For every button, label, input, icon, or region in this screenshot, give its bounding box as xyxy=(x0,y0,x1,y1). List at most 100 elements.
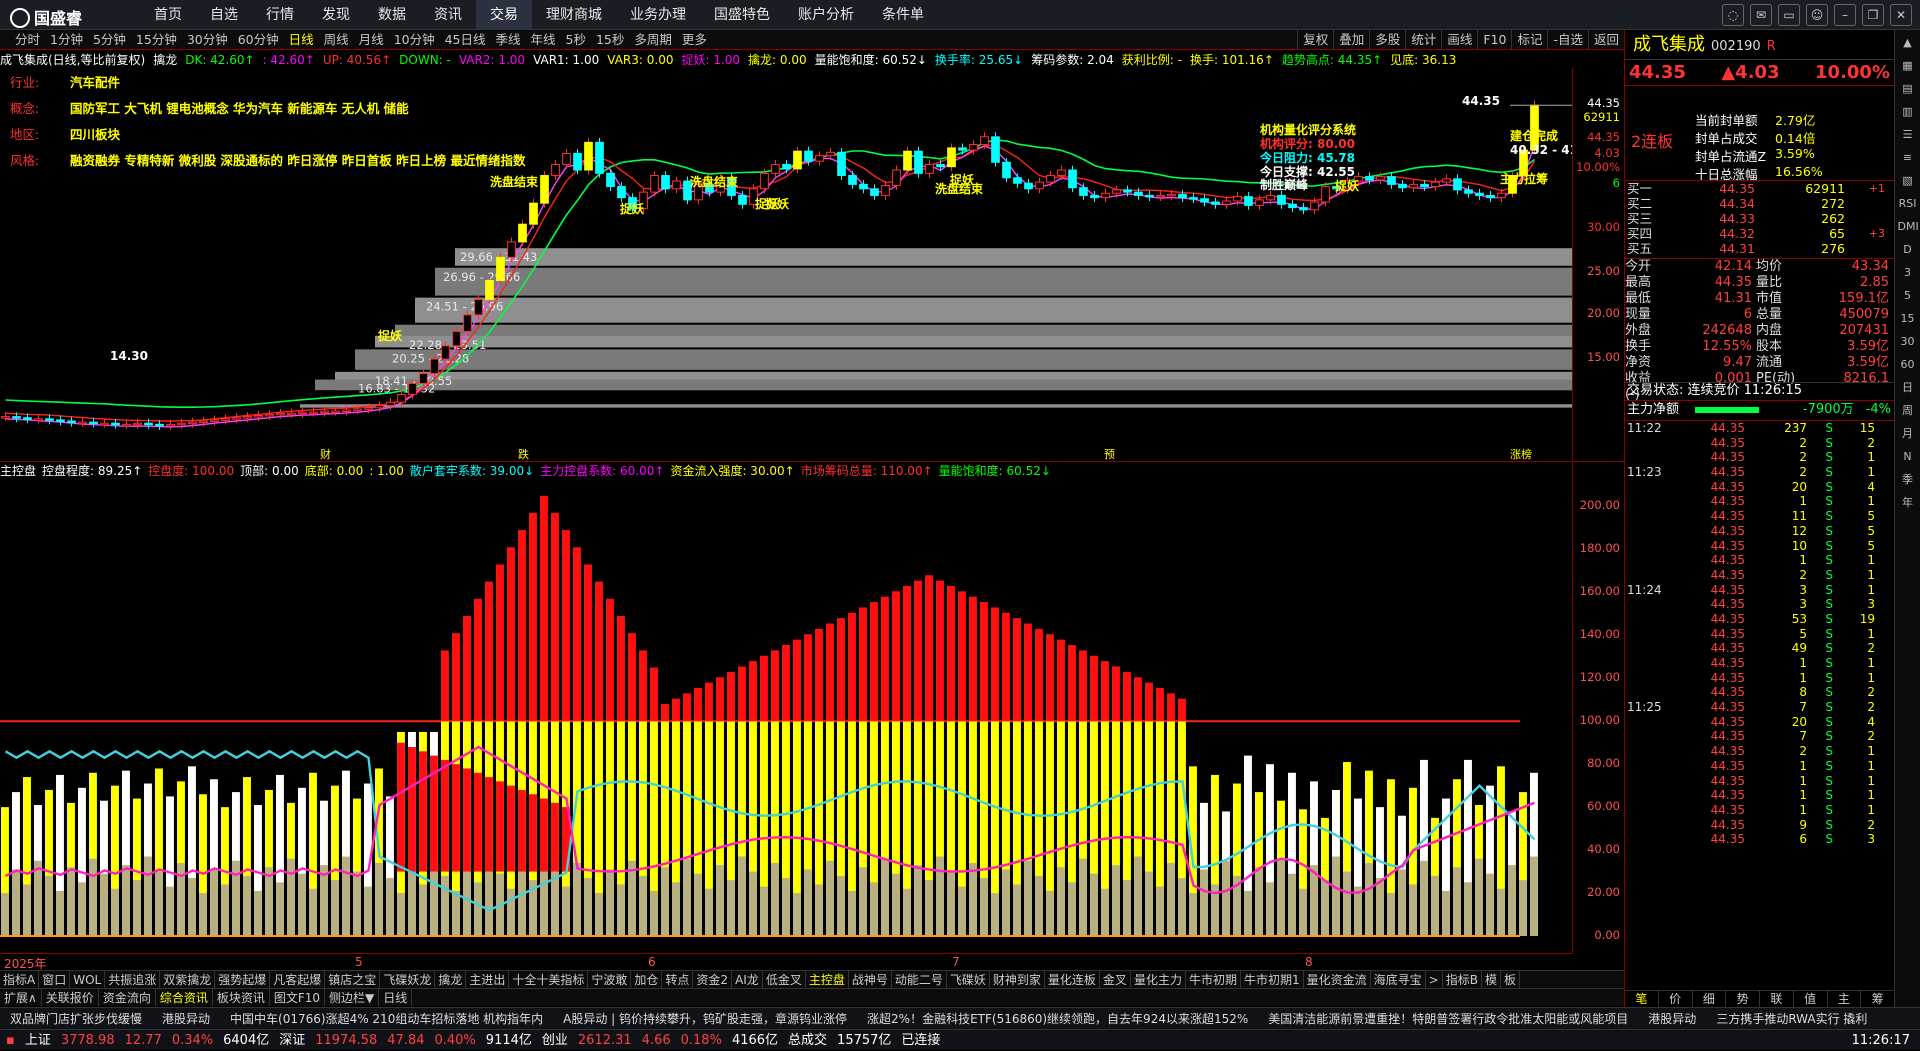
menu-item-5[interactable]: 资讯 xyxy=(420,0,476,30)
indicator-tab-11[interactable]: 十全十美指标 xyxy=(509,971,589,988)
tool-button-7[interactable]: -自选 xyxy=(1547,30,1588,50)
news-item[interactable]: 涨超2%！金融科技ETF(516860)继续领跑，自去年924以来涨超152% xyxy=(857,1008,1258,1029)
chart2-icon[interactable]: ▧ xyxy=(1898,171,1918,191)
right-tab-6[interactable]: 主 xyxy=(1828,991,1862,1007)
period-12[interactable]: 年线 xyxy=(526,30,561,50)
sub-tab-5[interactable]: 图文F10 xyxy=(270,989,326,1006)
grid-icon[interactable]: ▦ xyxy=(1898,56,1918,76)
mail-icon[interactable]: ✉ xyxy=(1750,4,1772,26)
indicator-tab-23[interactable]: 量化连板 xyxy=(1045,971,1100,988)
menu-item-6[interactable]: 交易 xyxy=(476,0,532,30)
side-item-19[interactable]: 季 xyxy=(1898,470,1918,490)
period-14[interactable]: 15秒 xyxy=(591,30,629,50)
indicator-tab-24[interactable]: 金叉 xyxy=(1100,971,1131,988)
user-icon[interactable]: ☺ xyxy=(1806,4,1828,26)
indicator-tab-32[interactable]: 模 xyxy=(1482,971,1501,988)
right-tab-3[interactable]: 势 xyxy=(1726,991,1760,1007)
side-item-15[interactable]: 日 xyxy=(1898,378,1918,398)
tool-button-2[interactable]: 多股 xyxy=(1369,30,1405,50)
indicator-tab-20[interactable]: 动能二号 xyxy=(892,971,947,988)
chat-icon[interactable]: ◌ xyxy=(1722,4,1744,26)
right-tab-2[interactable]: 细 xyxy=(1693,991,1727,1007)
sub-tab-7[interactable]: 日线 xyxy=(379,989,413,1006)
order-row[interactable]: 买一 44.35 62911 +1 xyxy=(1625,181,1895,196)
period-0[interactable]: 分时 xyxy=(10,30,45,50)
sub-tab-6[interactable]: 侧边栏▼ xyxy=(325,989,380,1006)
indicator-tab-28[interactable]: 量化资金流 xyxy=(1304,971,1371,988)
tool-button-8[interactable]: 返回 xyxy=(1587,30,1624,50)
close-icon[interactable]: ✕ xyxy=(1890,4,1912,26)
indicator-tab-29[interactable]: 海底寻宝 xyxy=(1371,971,1426,988)
tick-list[interactable]: 11:22 44.35 237 S 15 44.35 2 S 2 44.35 2 S 1 11:23 44.… xyxy=(1625,420,1895,847)
menu-item-1[interactable]: 自选 xyxy=(196,0,252,30)
right-tab-1[interactable]: 价 xyxy=(1659,991,1693,1007)
news-item[interactable]: 中国中车(01766)涨超4% 210组动车招标落地 机构指年内 xyxy=(220,1008,553,1029)
period-11[interactable]: 季线 xyxy=(491,30,526,50)
period-10[interactable]: 45日线 xyxy=(440,30,491,50)
indicator-tab-16[interactable]: AI龙 xyxy=(732,971,763,988)
screen-icon[interactable]: ▭ xyxy=(1778,4,1800,26)
restore-icon[interactable]: ❐ xyxy=(1862,4,1884,26)
period-15[interactable]: 多周期 xyxy=(629,30,677,50)
period-4[interactable]: 30分钟 xyxy=(182,30,233,50)
indicator-tab-18[interactable]: 主控盘 xyxy=(806,971,849,988)
period-16[interactable]: 更多 xyxy=(677,30,712,50)
order-row[interactable]: 买二 44.34 272 xyxy=(1625,196,1895,211)
menu-item-7[interactable]: 理财商城 xyxy=(532,0,616,30)
news-item[interactable]: 港股异动 xyxy=(1638,1008,1706,1029)
side-item-9[interactable]: D xyxy=(1898,240,1918,260)
indicator-tab-17[interactable]: 低金叉 xyxy=(763,971,806,988)
period-13[interactable]: 5秒 xyxy=(561,30,591,50)
indicator-tab-14[interactable]: 转点 xyxy=(662,971,694,988)
menu-item-8[interactable]: 业务办理 xyxy=(616,0,700,30)
menu-item-9[interactable]: 国盛特色 xyxy=(700,0,784,30)
right-tab-4[interactable]: 联 xyxy=(1760,991,1794,1007)
period-2[interactable]: 5分钟 xyxy=(88,30,131,50)
order-row[interactable]: 买四 44.32 65 +3 xyxy=(1625,226,1895,241)
indicator-tab-1[interactable]: 窗口 xyxy=(39,971,71,988)
tool-button-3[interactable]: 统计 xyxy=(1405,30,1441,50)
period-7[interactable]: 周线 xyxy=(319,30,354,50)
indicator-tab-2[interactable]: WOL xyxy=(70,971,106,988)
indicator-tab-21[interactable]: 飞碟妖 xyxy=(947,971,990,988)
right-tab-7[interactable]: 筹 xyxy=(1861,991,1895,1007)
period-1[interactable]: 1分钟 xyxy=(45,30,88,50)
tool-button-4[interactable]: 画线 xyxy=(1441,30,1477,50)
period-3[interactable]: 15分钟 xyxy=(131,30,182,50)
indicator-tab-10[interactable]: 主进出 xyxy=(466,971,510,988)
indicator-tab-19[interactable]: 战神号 xyxy=(849,971,892,988)
order-row[interactable]: 买五 44.31 276 xyxy=(1625,241,1895,256)
indicator-tab-30[interactable]: > xyxy=(1426,971,1443,988)
tool-button-0[interactable]: 复权 xyxy=(1297,30,1333,50)
grid2-icon[interactable]: ▤ xyxy=(1898,79,1918,99)
indicator-tab-13[interactable]: 加仓 xyxy=(631,971,663,988)
sub-tab-4[interactable]: 板块资讯 xyxy=(213,989,270,1006)
menu-item-11[interactable]: 条件单 xyxy=(868,0,938,30)
indicator-tab-15[interactable]: 资金2 xyxy=(693,971,733,988)
indicator-tab-4[interactable]: 双紫擒龙 xyxy=(160,971,216,988)
indicator-tab-31[interactable]: 指标B xyxy=(1443,971,1482,988)
side-item-18[interactable]: N xyxy=(1898,447,1918,467)
news-item[interactable]: 双品牌门店扩张步伐缓慢 xyxy=(0,1008,152,1029)
period-9[interactable]: 10分钟 xyxy=(389,30,440,50)
sub-tab-1[interactable]: 关联报价 xyxy=(42,989,99,1006)
sub-tab-3[interactable]: 综合资讯 xyxy=(156,989,213,1006)
chart-icon[interactable]: ▥ xyxy=(1898,102,1918,122)
side-item-17[interactable]: 月 xyxy=(1898,424,1918,444)
indicator-tab-6[interactable]: 凡客起爆 xyxy=(270,971,326,988)
menu-item-3[interactable]: 发现 xyxy=(308,0,364,30)
side-item-10[interactable]: 3 xyxy=(1898,263,1918,283)
tool-button-5[interactable]: F10 xyxy=(1477,30,1511,50)
pane-divider[interactable] xyxy=(0,461,1624,462)
period-5[interactable]: 60分钟 xyxy=(233,30,284,50)
indicator-chart[interactable] xyxy=(0,480,1572,950)
indicator-tab-0[interactable]: 指标A xyxy=(0,971,40,988)
tool-button-1[interactable]: 叠加 xyxy=(1333,30,1369,50)
sub-tab-2[interactable]: 资金流向 xyxy=(99,989,156,1006)
sub-tab-0[interactable]: 扩展∧ xyxy=(0,989,42,1006)
indicator-tab-33[interactable]: 板 xyxy=(1501,971,1520,988)
order-row[interactable]: 买三 44.33 262 xyxy=(1625,211,1895,226)
side-item-20[interactable]: 年 xyxy=(1898,493,1918,513)
indicator-tab-22[interactable]: 财神到家 xyxy=(990,971,1045,988)
menu-item-4[interactable]: 数据 xyxy=(364,0,420,30)
